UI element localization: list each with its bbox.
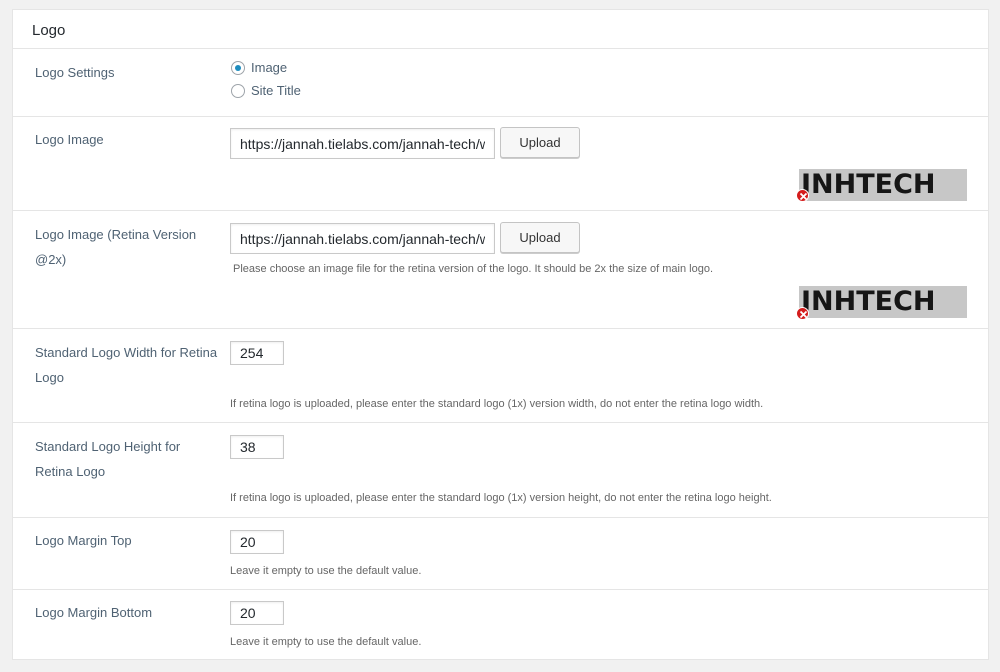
logo-settings-label: Logo Settings [35, 65, 115, 80]
row-standard-height: Standard Logo Height for Retina Logo If … [13, 423, 988, 518]
row-standard-width: Standard Logo Width for Retina Logo If r… [13, 329, 988, 423]
row-margin-top: Logo Margin Top Leave it empty to use th… [13, 518, 988, 590]
logo-image-preview: JNHTECH [799, 169, 967, 201]
remove-circle-icon[interactable] [796, 189, 809, 202]
margin-bottom-label: Logo Margin Bottom [35, 605, 153, 620]
margin-bottom-help: Leave it empty to use the default value. [230, 636, 422, 648]
margin-top-input[interactable] [230, 530, 284, 554]
standard-width-help: If retina logo is uploaded, please enter… [230, 398, 764, 410]
logo-retina-help: Please choose an image file for the reti… [233, 263, 714, 275]
radio-image[interactable] [231, 61, 245, 75]
radio-image-label[interactable]: Image [251, 60, 287, 75]
row-logo-settings: Logo Settings Image Site Title [13, 50, 988, 117]
standard-height-help: If retina logo is uploaded, please enter… [230, 492, 772, 504]
margin-bottom-input[interactable] [230, 601, 284, 625]
logo-retina-preview: JNHTECH [799, 286, 967, 318]
logo-image-upload-button[interactable]: Upload [500, 127, 580, 158]
logo-retina-label: Logo Image (Retina Version @2x) [35, 227, 197, 267]
logo-settings-panel: Logo Logo Settings Image Site Title Logo… [12, 9, 989, 660]
standard-height-input[interactable] [230, 435, 284, 459]
row-margin-bottom: Logo Margin Bottom Leave it empty to use… [13, 590, 988, 660]
logo-retina-preview-text: JNHTECH [801, 286, 936, 317]
section-title: Logo [13, 10, 988, 49]
logo-retina-upload-button[interactable]: Upload [500, 222, 580, 253]
logo-image-url-input[interactable] [230, 128, 495, 159]
radio-site-title-label[interactable]: Site Title [251, 83, 301, 98]
logo-image-preview-text: JNHTECH [801, 169, 936, 200]
standard-height-label: Standard Logo Height for Retina Logo [35, 439, 181, 479]
remove-circle-icon[interactable] [796, 307, 809, 320]
row-logo-image: Logo Image Upload JNHTECH [13, 117, 988, 211]
row-logo-retina: Logo Image (Retina Version @2x) Upload P… [13, 211, 988, 329]
standard-width-input[interactable] [230, 341, 284, 365]
radio-site-title[interactable] [231, 84, 245, 98]
logo-retina-url-input[interactable] [230, 223, 495, 254]
margin-top-label: Logo Margin Top [35, 533, 132, 548]
logo-image-label: Logo Image [35, 132, 104, 147]
margin-top-help: Leave it empty to use the default value. [230, 565, 422, 577]
standard-width-label: Standard Logo Width for Retina Logo [35, 345, 218, 385]
